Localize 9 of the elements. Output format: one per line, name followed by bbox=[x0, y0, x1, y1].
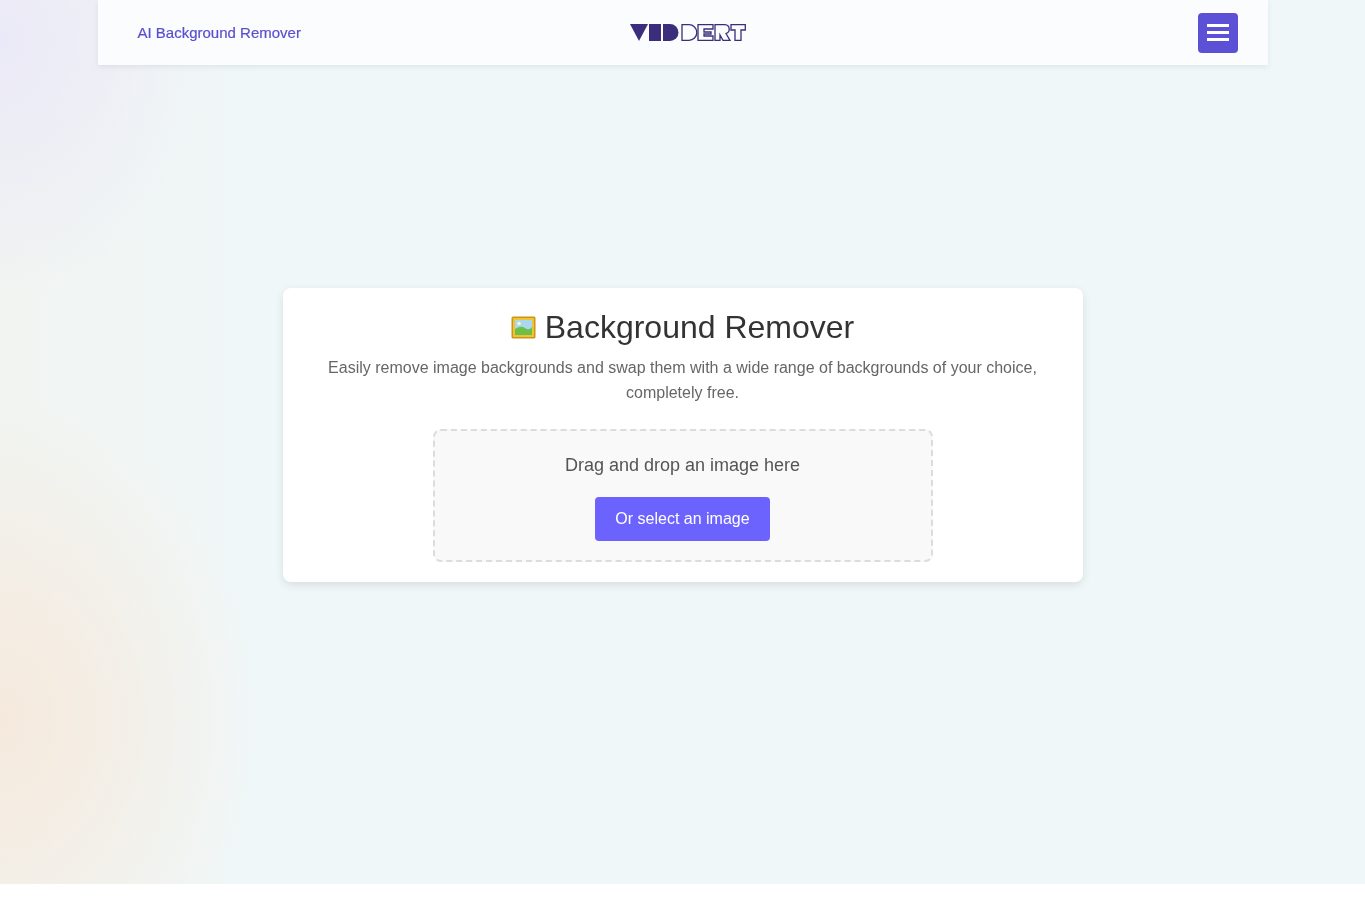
drop-prompt: Drag and drop an image here bbox=[564, 454, 801, 476]
menu-icon bbox=[1206, 24, 1229, 41]
site-title-link[interactable]: AI Background Remover bbox=[137, 24, 301, 41]
menu-button[interactable] bbox=[1197, 12, 1238, 53]
framed-picture-icon bbox=[510, 314, 536, 340]
card-description: Easily remove image backgrounds and swap them with a wide range of backgrounds of your choice, completely free. bbox=[327, 358, 1038, 403]
select-image-button[interactable]: Or select an image bbox=[595, 497, 770, 541]
card-title: Background Remover bbox=[544, 308, 855, 346]
drop-zone[interactable]: Drag and drop an image here Or select an image bbox=[432, 429, 933, 562]
